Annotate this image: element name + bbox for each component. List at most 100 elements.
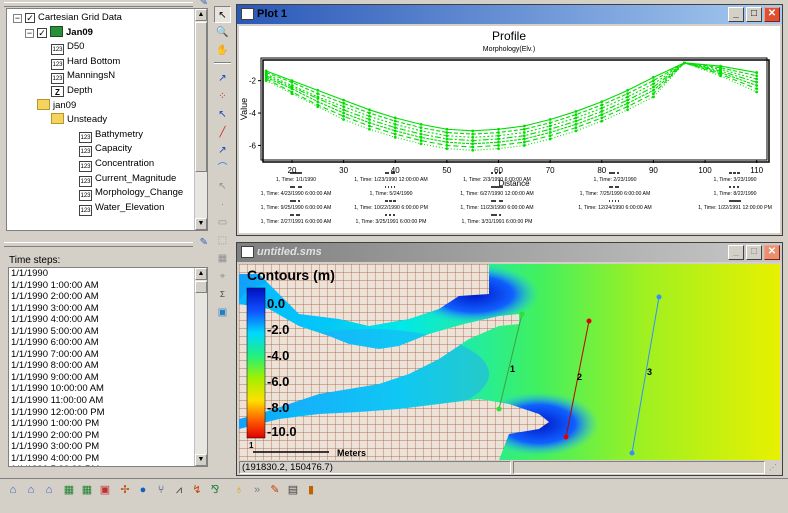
timestep-item[interactable]: 1/1/1990 5:00:00 PM xyxy=(9,464,207,466)
tree-item[interactable]: 123 Hard Bottom xyxy=(51,55,120,70)
scroll-down-icon[interactable]: ▼ xyxy=(195,454,207,466)
timestep-item[interactable]: 1/1/1990 3:00:00 PM xyxy=(9,441,207,453)
tree-item[interactable]: jan09 xyxy=(37,98,76,113)
close-icon[interactable]: ✕ xyxy=(764,7,780,22)
timestep-item[interactable]: 1/1/1990 1:00:00 PM xyxy=(9,418,207,430)
contour-map[interactable]: 1 2 3 Contours (m) 0.0 -2.0 -4.0 -6.0 -8… xyxy=(239,264,780,460)
plot-window-titlebar[interactable]: Plot 1 _ □ ✕ xyxy=(237,5,782,24)
arrows-icon[interactable]: » xyxy=(248,481,266,499)
plot-window[interactable]: Plot 1 _ □ ✕ Profile Morphology(Elv.) Valu… xyxy=(236,4,783,236)
timestep-item[interactable]: 1/1/1990 9:00:00 AM xyxy=(9,372,207,384)
pan-tool-icon[interactable]: ✋ xyxy=(214,42,231,59)
checkbox-icon[interactable]: ✓ xyxy=(25,13,35,23)
rectangle-tool-icon[interactable]: ▭ xyxy=(214,214,231,231)
collapse-icon[interactable]: − xyxy=(25,28,34,38)
select-arc-icon[interactable]: ↖ xyxy=(214,106,231,123)
cartesian-grid-icon[interactable]: ▦ xyxy=(60,481,78,499)
select-node-icon[interactable]: ↗ xyxy=(214,70,231,87)
profile-chart[interactable]: ProfileMorphology(Elv.)ValueDistance20 30… xyxy=(239,26,780,233)
frame-tool-icon[interactable]: ▣ xyxy=(214,304,231,321)
plot-canvas[interactable]: Profile Morphology(Elv.) Value Distance 20 30… xyxy=(239,26,780,233)
arrow-icon[interactable]: ↯ xyxy=(188,481,206,499)
timestep-item[interactable]: 1/1/1990 1:00:00 AM xyxy=(9,280,207,292)
annotation-icon[interactable]: ⅋ xyxy=(206,481,224,499)
timestep-item[interactable]: 1/1/1990 6:00:00 AM xyxy=(9,337,207,349)
tree-item[interactable]: 123 Concentration xyxy=(79,157,154,172)
tree-item[interactable]: 123 Water_Elevation xyxy=(79,201,164,216)
plot-icon[interactable]: ▮ xyxy=(302,481,320,499)
tree-item[interactable]: − ✓ Jan09 xyxy=(25,25,93,40)
globe-icon[interactable]: ● xyxy=(134,481,152,499)
map-module-icon[interactable]: ▦ xyxy=(78,481,96,499)
zoom-tool-icon[interactable]: 🔍 xyxy=(214,24,231,41)
timestep-item[interactable]: 1/1/1990 8:00:00 AM xyxy=(9,360,207,372)
tree-item[interactable]: 123 Morphology_Change xyxy=(79,186,183,202)
select-tool-icon[interactable]: ↖ xyxy=(214,6,231,23)
create-feature-icon[interactable]: ⌒ xyxy=(214,160,231,177)
minimize-icon[interactable]: _ xyxy=(728,7,744,22)
grid-module-icon[interactable]: ⌂ xyxy=(22,481,40,499)
map-window[interactable]: untitled.sms _ □ ✕ 1 2 3 Contours (m) 0.… xyxy=(236,242,783,476)
tree-item[interactable]: 123 D50 xyxy=(51,40,84,56)
scroll-up-icon[interactable]: ▲ xyxy=(195,268,207,280)
timestep-item[interactable]: 1/1/1990 3:00:00 AM xyxy=(9,303,207,315)
pin-icon[interactable]: ✎ xyxy=(200,237,208,248)
select-feature-icon[interactable]: ↗ xyxy=(214,142,231,159)
scroll-up-icon[interactable]: ▲ xyxy=(195,9,207,21)
data-point xyxy=(445,131,449,134)
timestep-item[interactable]: 1/1/1990 12:00:00 PM xyxy=(9,407,207,419)
tree-panel-grip[interactable]: ✎ xyxy=(2,0,211,8)
timesteps-list[interactable]: 1/1/1990 1/1/1990 1:00:00 AM 1/1/1990 2:00… xyxy=(8,267,208,467)
collapse-icon[interactable]: − xyxy=(13,14,22,23)
tree-item[interactable]: Unsteady xyxy=(51,113,107,127)
gis-module-icon[interactable]: ▣ xyxy=(96,481,114,499)
pencil-icon[interactable]: ✎ xyxy=(266,481,284,499)
particle-module-icon[interactable]: ✢ xyxy=(116,481,134,499)
scroll-thumb[interactable] xyxy=(195,281,207,293)
project-explorer-tree[interactable]: − ✓ Cartesian Grid Data − ✓ Jan09 123 D50 123 Har… xyxy=(6,8,208,231)
tree-item[interactable]: 123 Capacity xyxy=(79,142,132,158)
timestep-item[interactable]: 1/1/1990 2:00:00 PM xyxy=(9,430,207,442)
mesh-module-icon[interactable]: ⌂ xyxy=(4,481,22,499)
timestep-item[interactable]: 1/1/1990 xyxy=(9,268,207,280)
create-arc-icon[interactable]: ╱ xyxy=(214,124,231,141)
tree-item[interactable]: 123 ManningsN xyxy=(51,69,115,85)
timestep-item[interactable]: 1/1/1990 2:00:00 AM xyxy=(9,291,207,303)
tree-item[interactable]: 123 Current_Magnitude xyxy=(79,172,176,187)
tree-item[interactable]: 123 Bathymetry xyxy=(79,128,143,143)
timestep-item[interactable]: 1/1/1990 4:00:00 AM xyxy=(9,314,207,326)
map-canvas[interactable]: 1 2 3 Contours (m) 0.0 -2.0 -4.0 -6.0 -8… xyxy=(239,264,780,460)
maximize-icon[interactable]: □ xyxy=(746,245,762,260)
map-window-titlebar[interactable]: untitled.sms _ □ ✕ xyxy=(237,243,782,262)
scroll-thumb[interactable] xyxy=(195,22,207,172)
dataset-tool-icon[interactable]: Σ xyxy=(214,286,231,303)
region-tool-icon[interactable]: ⬚ xyxy=(214,232,231,249)
graph-icon[interactable]: ⩘ xyxy=(170,481,188,499)
timestep-item[interactable]: 1/1/1990 7:00:00 AM xyxy=(9,349,207,361)
close-icon[interactable]: ✕ xyxy=(764,245,780,260)
camera-icon[interactable]: ▤ xyxy=(284,481,302,499)
checkbox-icon[interactable]: ✓ xyxy=(37,27,47,38)
maximize-icon[interactable]: □ xyxy=(746,7,762,22)
measure-tool-icon[interactable]: ⌖ xyxy=(214,268,231,285)
timesteps-scrollbar[interactable]: ▲ ▼ xyxy=(194,268,207,466)
create-node-icon[interactable]: ⁘ xyxy=(214,88,231,105)
lamp-icon[interactable]: ♁ xyxy=(230,481,248,499)
pin-icon[interactable]: ✎ xyxy=(200,0,208,8)
resize-grip-icon[interactable]: ⋰ xyxy=(769,463,779,473)
timestep-item[interactable]: 1/1/1990 10:00:00 AM xyxy=(9,383,207,395)
tree-item[interactable]: Z Depth xyxy=(51,84,92,98)
timestep-item[interactable]: 1/1/1990 5:00:00 AM xyxy=(9,326,207,338)
grid-tool-icon[interactable]: ▦ xyxy=(214,250,231,267)
minimize-icon[interactable]: _ xyxy=(728,245,744,260)
tree-scrollbar[interactable]: ▲ ▼ xyxy=(194,9,207,230)
timesteps-panel-grip[interactable]: ✎ xyxy=(2,237,211,248)
network-icon[interactable]: ⑂ xyxy=(152,481,170,499)
scatter-module-icon[interactable]: ⌂ xyxy=(40,481,58,499)
timestep-item[interactable]: 1/1/1990 11:00:00 AM xyxy=(9,395,207,407)
scroll-down-icon[interactable]: ▼ xyxy=(195,218,207,230)
tree-item[interactable]: − ✓ Cartesian Grid Data xyxy=(13,11,122,25)
timestep-item[interactable]: 1/1/1990 4:00:00 PM xyxy=(9,453,207,465)
point-tool-icon[interactable]: · xyxy=(214,196,231,213)
select-polygon-icon[interactable]: ↖ xyxy=(214,178,231,195)
